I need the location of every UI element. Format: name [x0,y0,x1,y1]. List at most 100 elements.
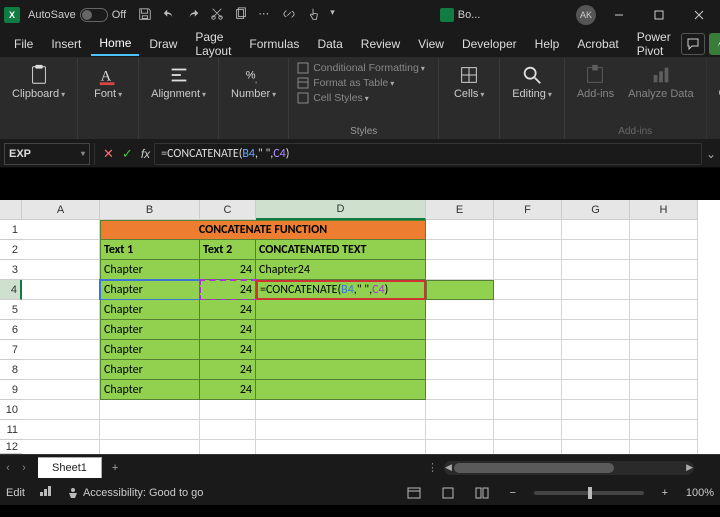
font-button[interactable]: AFont [86,62,130,102]
row-header[interactable]: 4 [0,280,22,300]
cell[interactable] [426,240,494,260]
zoom-out-button[interactable]: − [506,487,520,499]
format-as-table-button[interactable]: Format as Table [297,77,425,89]
conditional-formatting-button[interactable]: Conditional Formatting [297,62,425,74]
cell[interactable] [426,260,494,280]
chevron-down-icon[interactable]: ▾ [81,149,85,158]
cell[interactable] [200,400,256,420]
cell[interactable] [22,300,100,320]
autosave-toggle[interactable]: AutoSave Off [28,8,126,22]
cell[interactable] [562,420,630,440]
tab-power-pivot[interactable]: Power Pivot [629,26,679,62]
row-header[interactable]: 9 [0,380,22,400]
tab-home[interactable]: Home [91,32,139,56]
accessibility-status[interactable]: Accessibility: Good to go [67,487,203,499]
cell[interactable] [630,340,698,360]
row-header[interactable]: 10 [0,400,22,420]
cell[interactable] [494,360,562,380]
cell[interactable] [494,380,562,400]
cell[interactable]: Chapter [100,320,200,340]
cell[interactable] [100,400,200,420]
save-icon[interactable] [138,7,152,24]
cell-editing[interactable]: =CONCATENATE(B4," ", C4) [256,280,426,300]
scroll-thumb[interactable] [454,463,614,473]
name-box[interactable]: EXP▾ [4,143,90,165]
cell[interactable] [22,360,100,380]
col-header[interactable]: A [22,200,100,220]
tab-file[interactable]: File [6,33,41,55]
cell[interactable] [494,260,562,280]
cell[interactable] [630,420,698,440]
cell[interactable] [22,320,100,340]
cell[interactable] [562,280,630,300]
cell[interactable] [200,420,256,440]
cell[interactable]: Chapter [100,260,200,280]
cell[interactable] [494,440,562,454]
cell[interactable] [22,260,100,280]
cell[interactable] [562,380,630,400]
alignment-button[interactable]: Alignment [147,62,210,102]
stats-icon[interactable] [39,485,53,500]
row-header[interactable]: 8 [0,360,22,380]
cell[interactable] [630,260,698,280]
cell[interactable] [494,340,562,360]
select-all-corner[interactable] [0,200,22,220]
cell[interactable] [494,240,562,260]
row-header[interactable]: 6 [0,320,22,340]
row-header[interactable]: 11 [0,420,22,440]
scroll-right-icon[interactable]: ▶ [686,462,693,473]
formula-input[interactable]: =CONCATENATE(B4," ", C4) [154,143,702,165]
toggle-track[interactable] [80,8,108,22]
cell[interactable] [22,440,100,454]
cell[interactable] [562,360,630,380]
cell[interactable]: Chapter24 [256,260,426,280]
cell[interactable]: 24 [200,340,256,360]
cell[interactable] [562,260,630,280]
insert-function-button[interactable]: fx [141,147,150,161]
row-header[interactable]: 1 [0,220,22,240]
col-header[interactable]: C [200,200,256,220]
cell[interactable] [630,440,698,454]
cell[interactable] [200,440,256,454]
cut-icon[interactable] [210,7,224,24]
row-header[interactable]: 2 [0,240,22,260]
cell[interactable] [630,320,698,340]
link-icon[interactable] [282,7,296,24]
cell[interactable] [562,440,630,454]
formula-enter-button[interactable]: ✓ [122,146,133,162]
page-layout-view-button[interactable] [438,485,458,501]
tab-insert[interactable]: Insert [43,33,89,55]
cell[interactable]: 24 [200,320,256,340]
cell[interactable]: 24 [200,360,256,380]
cell[interactable] [426,400,494,420]
cell[interactable] [256,300,426,320]
cell[interactable] [562,240,630,260]
tab-page-layout[interactable]: Page Layout [187,26,239,62]
document-title[interactable]: Bo... [440,8,481,22]
cell[interactable] [494,400,562,420]
cell[interactable] [426,360,494,380]
create-pdf-button[interactable]: Create a PDF [715,62,720,101]
number-button[interactable]: %,Number [227,62,280,102]
cell[interactable] [426,340,494,360]
cell[interactable] [562,300,630,320]
cell[interactable] [630,300,698,320]
col-header[interactable]: D [256,200,426,220]
row-header[interactable]: 7 [0,340,22,360]
comments-button[interactable] [681,33,705,55]
cell[interactable] [256,440,426,454]
cell[interactable] [22,400,100,420]
horizontal-scrollbar[interactable]: ◀ ▶ [444,461,694,475]
cell[interactable] [256,340,426,360]
cell[interactable]: CONCATENATED TEXT [256,240,426,260]
cell[interactable] [22,240,100,260]
tab-view[interactable]: View [410,33,452,55]
col-header[interactable]: B [100,200,200,220]
touch-icon[interactable] [306,7,320,24]
cell-styles-button[interactable]: Cell Styles [297,92,425,104]
cell[interactable] [630,360,698,380]
cell[interactable] [630,220,698,240]
sheet-tab[interactable]: Sheet1 [38,457,102,478]
row-header[interactable]: 5 [0,300,22,320]
more-icon[interactable]: ⋯ [258,7,272,21]
